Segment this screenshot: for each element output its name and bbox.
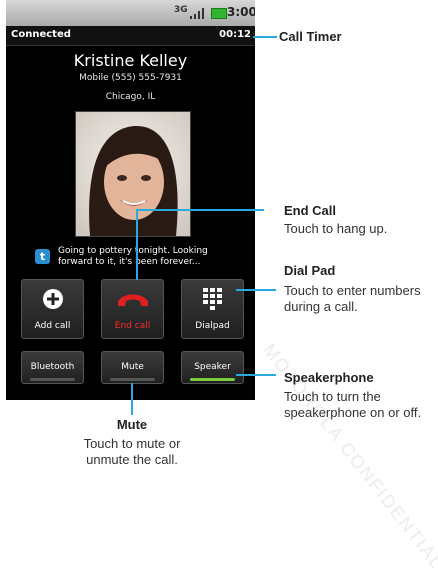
add-call-label: Add call: [34, 321, 71, 331]
contact-number: Mobile (555) 555-7931: [79, 73, 182, 83]
contact-location: Chicago, IL: [105, 92, 156, 102]
status-bar: 3G 3:00 PM: [6, 0, 255, 26]
call-timer: 00:12: [219, 29, 251, 40]
contact-photo: [75, 111, 191, 237]
speakerphone-callout-body: Touch to turn the speakerphone on or off…: [284, 389, 422, 420]
status-time: 3:00 PM: [227, 5, 255, 19]
end-call-leader-vertical: [136, 209, 138, 280]
call-state-bar: Connected 00:12: [6, 26, 255, 46]
speaker-indicator: [190, 378, 235, 381]
speaker-button[interactable]: Speaker: [181, 351, 244, 384]
mute-callout-title: Mute: [116, 417, 148, 432]
social-status-text: Going to pottery tonight. Looking forwar…: [58, 246, 208, 267]
watermark: MOTOROLA CONFIDENTIAL: [259, 340, 438, 574]
end-call-leader-horizontal: [136, 209, 264, 211]
battery-icon: [211, 8, 227, 19]
dialpad-icon: [202, 288, 222, 310]
end-call-label: End call: [114, 321, 151, 331]
end-call-callout-body: Touch to hang up.: [284, 221, 388, 236]
call-timer-leader: [253, 36, 277, 38]
dial-pad-callout-title: Dial Pad: [284, 263, 336, 278]
phone-screen: 3G 3:00 PM Connected 00:12 Kristine Kell…: [6, 0, 255, 400]
social-network-icon: t: [35, 249, 50, 264]
signal-strength-icon: [190, 8, 204, 19]
speakerphone-callout-title: Speakerphone: [284, 370, 374, 385]
hang-up-icon: [117, 294, 148, 306]
bluetooth-button[interactable]: Bluetooth: [21, 351, 84, 384]
add-call-button[interactable]: Add call: [21, 279, 84, 339]
network-type-indicator: 3G: [174, 5, 188, 15]
speakerphone-leader: [236, 374, 276, 376]
mute-callout-body: Touch to mute or unmute the call.: [83, 436, 181, 467]
mute-indicator: [110, 378, 155, 381]
add-call-icon: [42, 289, 63, 309]
bluetooth-indicator: [30, 378, 75, 381]
end-call-callout-title: End Call: [284, 203, 337, 218]
mute-leader: [131, 383, 133, 415]
end-call-button[interactable]: End call: [101, 279, 164, 339]
dialpad-label: Dialpad: [195, 321, 230, 331]
dialpad-button[interactable]: Dialpad: [181, 279, 244, 339]
call-state-label: Connected: [11, 29, 71, 40]
contact-name: Kristine Kelley: [73, 51, 188, 70]
dial-pad-leader: [236, 289, 276, 291]
mute-button[interactable]: Mute: [101, 351, 164, 384]
dial-pad-callout-body: Touch to enter numbers during a call.: [284, 283, 421, 314]
call-timer-callout-title: Call Timer: [279, 29, 342, 44]
